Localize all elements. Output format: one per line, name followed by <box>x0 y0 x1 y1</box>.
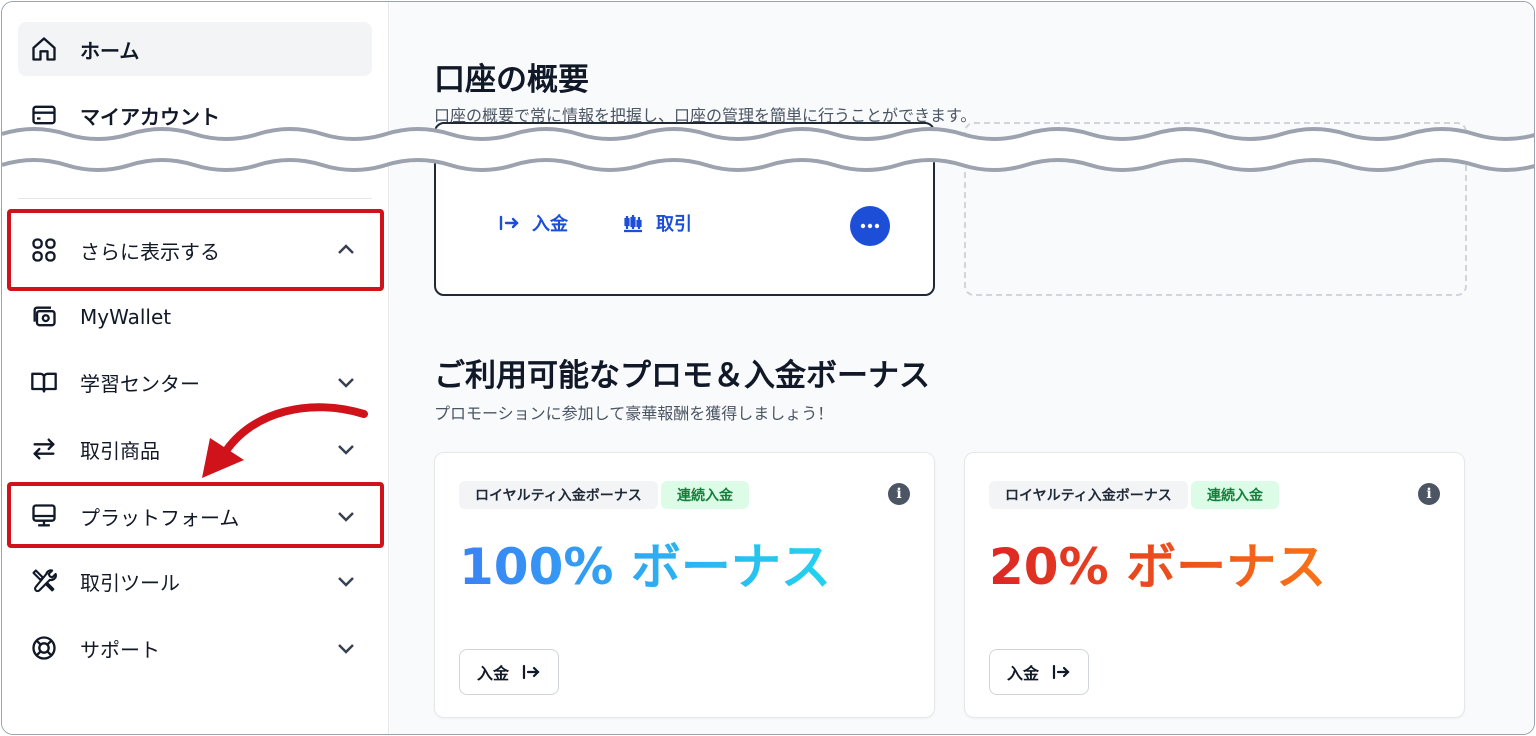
promo-tag: ロイヤルティ入金ボーナス <box>459 481 658 509</box>
promo-tag: ロイヤルティ入金ボーナス <box>989 481 1188 509</box>
trade-action[interactable]: 取引 <box>622 210 692 236</box>
promo-section-subtitle: プロモーションに参加して豪華報酬を獲得しましょう！ <box>434 404 834 423</box>
deposit-arrow-icon <box>522 664 540 680</box>
deposit-action[interactable]: 入金 <box>498 210 568 236</box>
highlight-box-platform <box>7 482 384 548</box>
promo-deposit-button[interactable]: 入金 <box>459 649 559 695</box>
sidebar-item-trading-tools[interactable]: 取引ツール <box>18 554 372 608</box>
swap-arrows-icon <box>28 433 60 465</box>
more-options-button[interactable] <box>850 206 890 246</box>
sidebar-item-label: サポート <box>80 637 160 662</box>
annotation-arrow-icon <box>202 403 368 478</box>
more-dots-icon <box>860 223 880 229</box>
sidebar-item-label: ホーム <box>80 38 140 63</box>
sidebar-divider <box>18 198 372 199</box>
promo-deposit-button[interactable]: 入金 <box>989 649 1089 695</box>
sidebar: ホーム マイアカウント さらに表示する MyWallet 学習センター 取引商品… <box>2 2 389 734</box>
promo-badge: 連続入金 <box>661 481 749 509</box>
candlestick-icon <box>624 215 642 233</box>
tools-icon <box>28 565 60 597</box>
promo-bonus-title: 100% ボーナス <box>459 527 831 599</box>
promo-card[interactable]: ロイヤルティ入金ボーナス 連続入金 i 20% ボーナス 入金 <box>964 452 1465 718</box>
promo-bonus-title: 20% ボーナス <box>989 527 1326 599</box>
window-frame: ホーム マイアカウント さらに表示する MyWallet 学習センター 取引商品… <box>1 1 1535 735</box>
page-title: 口座の概要 <box>434 62 589 98</box>
promo-badge: 連続入金 <box>1191 481 1279 509</box>
sidebar-item-label: 取引ツール <box>80 570 180 595</box>
main-content: 口座の概要 口座の概要で常に情報を把握し、口座の管理を簡単に行うことができます。… <box>390 2 1534 734</box>
highlight-box-show-more <box>7 209 384 291</box>
deposit-arrow-icon <box>1052 664 1070 680</box>
promo-section-title: ご利用可能なプロモ＆入金ボーナス <box>434 358 930 394</box>
promo-deposit-label: 入金 <box>476 664 509 683</box>
deposit-label: 入金 <box>532 214 568 235</box>
info-icon[interactable]: i <box>1418 483 1440 505</box>
wavy-cut-separator <box>2 127 1534 172</box>
sidebar-item-label: 学習センター <box>80 371 200 396</box>
sidebar-item-home[interactable]: ホーム <box>18 22 372 76</box>
deposit-arrow-icon <box>499 215 519 231</box>
chevron-down-icon <box>338 644 354 654</box>
sidebar-item-support[interactable]: サポート <box>18 621 372 675</box>
sidebar-item-label: 取引商品 <box>80 438 160 463</box>
trade-label: 取引 <box>656 214 692 235</box>
promo-deposit-label: 入金 <box>1006 664 1039 683</box>
chevron-down-icon <box>338 577 354 587</box>
wallet-icon <box>28 301 60 333</box>
chevron-down-icon <box>338 378 354 388</box>
sidebar-item-label: MyWallet <box>80 305 172 329</box>
info-icon[interactable]: i <box>888 483 910 505</box>
book-icon <box>28 366 60 398</box>
home-icon <box>28 33 60 65</box>
promo-card[interactable]: ロイヤルティ入金ボーナス 連続入金 i 100% ボーナス 入金 <box>434 452 935 718</box>
sidebar-item-learning-center[interactable]: 学習センター <box>18 355 372 409</box>
lifebuoy-icon <box>28 632 60 664</box>
sidebar-item-mywallet[interactable]: MyWallet <box>18 290 372 344</box>
